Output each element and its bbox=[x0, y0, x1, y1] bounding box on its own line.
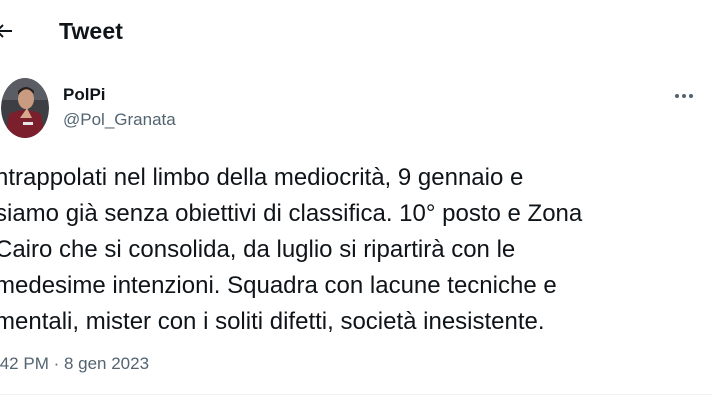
tweet-timestamp[interactable]: :42 PM · 8 gen 2023 bbox=[0, 352, 149, 376]
more-horizontal-icon[interactable] bbox=[670, 86, 698, 106]
header: Tweet bbox=[0, 0, 712, 62]
divider bbox=[0, 394, 712, 395]
avatar[interactable] bbox=[1, 78, 49, 138]
author-name[interactable]: PolPi bbox=[63, 84, 106, 106]
tweet-text: ntrappolati nel limbo della mediocrità, … bbox=[0, 164, 583, 335]
tweet-page: Tweet PolPi @Pol_Granata ntrappolati nel… bbox=[0, 0, 712, 402]
arrow-left-icon[interactable] bbox=[0, 19, 16, 43]
avatar-photo bbox=[1, 78, 49, 138]
page-title: Tweet bbox=[59, 18, 123, 44]
author-handle[interactable]: @Pol_Granata bbox=[63, 109, 176, 131]
